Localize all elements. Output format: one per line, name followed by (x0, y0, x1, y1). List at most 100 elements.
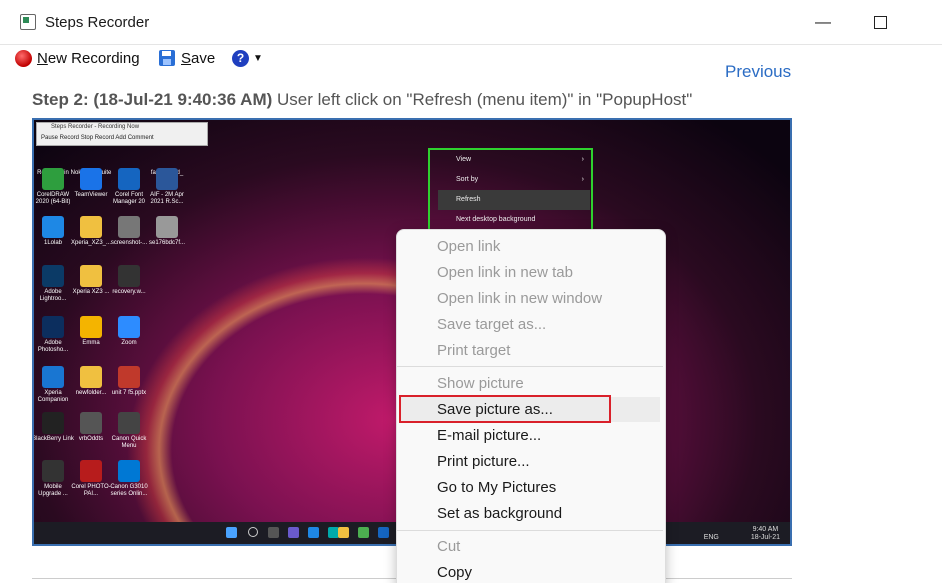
menu-separator (397, 530, 663, 531)
desktop-icon: Xperia Companion (34, 366, 74, 404)
edge-icon (308, 527, 319, 538)
context-menu-item[interactable]: Go to My Pictures (437, 479, 556, 496)
desktop-icon: BlackBerry Link (32, 412, 74, 443)
desktop-icon: Mobile Upgrade ... (34, 460, 74, 498)
mail-icon (378, 527, 389, 538)
file-explorer-icon (338, 527, 349, 538)
save-label: ave (191, 49, 216, 67)
context-menu-item[interactable]: Set as background (437, 505, 562, 522)
desktop-app-icon (156, 216, 178, 238)
desktop-app-icon (118, 366, 140, 388)
desktop-app-icon (80, 316, 102, 338)
desktop-app-icon (118, 412, 140, 434)
desktop-icon: Emma (70, 316, 112, 347)
context-menu-item: Show picture (437, 375, 524, 392)
new-recording-button[interactable]: New Recording (15, 47, 140, 69)
inner-menu-item: Next desktop background (438, 210, 590, 230)
desktop-icon-label: Xperia_XZ3_... (70, 240, 112, 246)
menu-separator (397, 366, 663, 367)
desktop-icon: AIF - 2M Apr 2021 R.Sc... (146, 168, 188, 206)
context-menu-item: Open link in new tab (437, 264, 573, 281)
search-icon (248, 527, 258, 537)
desktop-app-icon (80, 216, 102, 238)
desktop-app-icon (118, 316, 140, 338)
desktop-app-icon (42, 216, 64, 238)
desktop-app-icon (80, 460, 102, 482)
window-title: Steps Recorder (45, 14, 150, 31)
chevron-right-icon: › (581, 156, 584, 163)
desktop-app-icon (80, 168, 102, 190)
desktop-app-icon (42, 460, 64, 482)
desktop-app-icon (42, 316, 64, 338)
desktop-icon-label: Xperia XZ3 ... (72, 289, 110, 295)
desktop-icon-label: Emma (82, 340, 100, 346)
desktop-app-icon (80, 366, 102, 388)
inner-menu-item-label: Sort by (456, 176, 479, 183)
inner-menu-item: Refresh (438, 190, 590, 210)
context-menu-item[interactable]: Print picture... (437, 453, 530, 470)
desktop-icon-label: Canon G3010 series Onlin... (110, 484, 148, 497)
desktop-icon-label: Adobe Lightroo... (39, 289, 67, 302)
context-menu-item[interactable]: E-mail picture... (437, 427, 541, 444)
chevron-right-icon: › (581, 176, 584, 183)
desktop-icon: Zoom (108, 316, 150, 347)
step-heading: Step 2: (18-Jul-21 9:40:36 AM) (32, 90, 273, 109)
task-view-icon (268, 527, 279, 538)
desktop-app-icon (118, 216, 140, 238)
desktop-icon-label: screenshot-... (110, 240, 148, 246)
desktop-icon-label: CorelDRAW 2020 (64-Bit) (35, 192, 71, 205)
desktop-icon: recovery.w... (108, 265, 150, 296)
save-button[interactable]: Save (159, 47, 215, 69)
desktop-app-icon (156, 168, 178, 190)
inner-context-menu: View › Sort by › Refresh Next desktop backgro… (438, 150, 590, 230)
desktop-icon: screenshot-... (108, 216, 150, 247)
inner-menu-item-label: View (456, 156, 472, 163)
desktop-icon: vrbOddts (70, 412, 112, 443)
maximize-button[interactable] (857, 8, 903, 38)
context-menu-item: Open link in new window (437, 290, 603, 307)
desktop-icon-label: BlackBerry Link (32, 436, 74, 442)
title-bar: Steps Recorder — (0, 0, 942, 45)
inner-recorder-buttons: Pause Record Stop Record Add Comment (41, 135, 154, 141)
desktop-icon-label: se176bdc7f... (148, 240, 186, 246)
desktop-app-icon (42, 366, 64, 388)
save-accel: S (181, 49, 192, 67)
desktop-icon-label: Zoom (121, 340, 137, 346)
desktop-icon: Corel PHOTO-PAI... (70, 460, 112, 498)
context-menu-item: Cut (437, 538, 461, 555)
context-menu-item: Print target (437, 342, 511, 359)
desktop-icon-label: Corel PHOTO-PAI... (71, 484, 111, 497)
record-icon (15, 49, 32, 67)
inner-menu-item: Sort by › (438, 170, 590, 190)
desktop-app-icon (42, 265, 64, 287)
minimize-button[interactable]: — (800, 8, 846, 38)
desktop-icon: Adobe Lightroo... (34, 265, 74, 303)
context-menu-item[interactable]: Copy (437, 564, 472, 581)
inner-recorder-bar: Steps Recorder - Recording Now Pause Rec… (36, 122, 208, 146)
steps-recorder-app-icon (20, 14, 36, 30)
desktop-icon-label: Canon Quick Menu (111, 436, 147, 449)
step-description: Step 2: (18-Jul-21 9:40:36 AM) User left… (32, 90, 692, 110)
desktop-icon-label: 1Lolab (43, 240, 63, 246)
maximize-icon (873, 16, 887, 30)
desktop-icon-label: vrbOddts (78, 436, 104, 442)
desktop-icon: Canon Quick Menu (108, 412, 150, 450)
desktop-icon: Xperia XZ3 ... (70, 265, 112, 296)
clicked-region-highlight: View › Sort by › Refresh Next desktop backgro… (428, 148, 593, 238)
desktop-app-icon (118, 265, 140, 287)
chevron-down-icon: ▼ (253, 52, 263, 64)
desktop-icon-label: TeamViewer (74, 192, 108, 198)
desktop-icon-label: Mobile Upgrade ... (38, 484, 68, 497)
previous-link[interactable]: Previous (725, 62, 791, 82)
toolbar: New Recording Save ? ▼ (0, 44, 942, 72)
desktop-app-icon (42, 412, 64, 434)
desktop-icon: Adobe Photosho... (34, 316, 74, 354)
new-recording-label: ew Recording (47, 49, 140, 67)
system-tray: ENG 9:40 AM 18-Jul-21 (704, 526, 780, 542)
help-button[interactable]: ? ▼ (232, 47, 263, 69)
store-icon (358, 527, 369, 538)
desktop-icon: Corel Font Manager 20 (108, 168, 150, 206)
desktop-icon-label: recovery.w... (112, 289, 146, 295)
desktop-icon-label: newfolder... (75, 390, 107, 396)
new-recording-accel: N (37, 49, 48, 67)
